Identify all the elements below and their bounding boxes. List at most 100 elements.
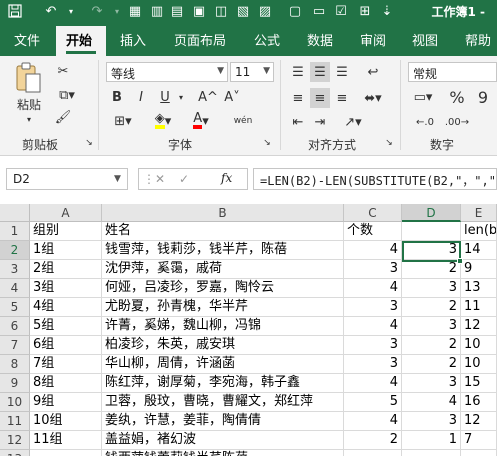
grid-icon[interactable]: ▥ (148, 3, 166, 19)
tab-view[interactable]: 视图 (412, 30, 438, 49)
tab-data[interactable]: 数据 (307, 30, 333, 49)
cell-c8[interactable]: 3 (344, 355, 402, 374)
layout-icon[interactable]: ◫ (212, 3, 230, 19)
cell-d8[interactable]: 2 (402, 355, 461, 374)
shrink-font-button[interactable]: A˅ (222, 88, 242, 106)
column-header-c[interactable]: C (344, 204, 402, 222)
copy-icon[interactable]: ⧉▾ (54, 86, 80, 104)
cell-a13[interactable] (30, 450, 102, 456)
cell-b2[interactable]: 钱雪萍，钱莉莎，钱半芹，陈蓓 (102, 241, 344, 260)
checkbox-icon[interactable]: ☑ (332, 3, 350, 19)
cell-b9[interactable]: 陈红萍，谢厚菊，李宛海，韩子鑫 (102, 374, 344, 393)
row-header-12[interactable]: 12 (0, 431, 30, 450)
column-header-e[interactable]: E (461, 204, 497, 222)
tab-insert[interactable]: 插入 (120, 30, 146, 49)
cell-d6[interactable]: 3 (402, 317, 461, 336)
fill-handle[interactable] (457, 258, 463, 264)
cell-b13[interactable]: 钱西萍钱蕾莉钱半芹陈蓓 (102, 450, 344, 456)
cell-d12[interactable]: 1 (402, 431, 461, 450)
page-icon[interactable]: ▭ (310, 3, 328, 19)
cell-c10[interactable]: 5 (344, 393, 402, 412)
cell-c2[interactable]: 4 (344, 241, 402, 260)
select-all-corner[interactable] (0, 204, 30, 222)
cell-e10[interactable]: 16 (461, 393, 497, 412)
cell-e12[interactable]: 7 (461, 431, 497, 450)
formula-input[interactable]: =LEN(B2)-LEN(SUBSTITUTE(B2,"，","")) (253, 168, 497, 190)
row-header-8[interactable]: 8 (0, 355, 30, 374)
image-icon[interactable]: ▨ (256, 3, 274, 19)
cell-b6[interactable]: 许菁，奚娣，魏山柳，冯锦 (102, 317, 344, 336)
undo-dropdown-icon[interactable]: ▾ (66, 3, 76, 19)
orientation-icon[interactable]: ↗▾ (340, 112, 366, 132)
bold-button[interactable]: B (108, 88, 126, 106)
tab-formulas[interactable]: 公式 (254, 30, 280, 49)
decrease-decimal-icon[interactable]: .00→ (444, 112, 470, 132)
align-top-icon[interactable]: ☰ (288, 62, 308, 82)
cell-d1[interactable] (402, 222, 461, 241)
font-name-select[interactable]: 等线 ▼ (106, 62, 228, 82)
cell-a11[interactable]: 10组 (30, 412, 102, 431)
form-icon[interactable]: ▤ (168, 3, 186, 19)
decrease-indent-icon[interactable]: ⇤ (288, 112, 308, 132)
row-header-10[interactable]: 10 (0, 393, 30, 412)
table-icon[interactable]: ▦ (126, 3, 144, 19)
tab-file[interactable]: 文件 (14, 30, 40, 49)
row-header-13[interactable]: 13 (0, 450, 30, 456)
cell-c5[interactable]: 3 (344, 298, 402, 317)
cell-b7[interactable]: 柏凌珍，朱英，戚安琪 (102, 336, 344, 355)
row-header-6[interactable]: 6 (0, 317, 30, 336)
paste-button-label[interactable]: 粘贴 (14, 96, 44, 112)
row-header-7[interactable]: 7 (0, 336, 30, 355)
cell-c12[interactable]: 2 (344, 431, 402, 450)
cell-b11[interactable]: 姜纨，许慧，姜菲，陶倩倩 (102, 412, 344, 431)
column-header-a[interactable]: A (30, 204, 102, 222)
row-header-2[interactable]: 2 (0, 241, 30, 260)
drag-handle-icon[interactable]: ⋮ (143, 172, 155, 186)
cell-e8[interactable]: 10 (461, 355, 497, 374)
cell-c7[interactable]: 3 (344, 336, 402, 355)
cell-a3[interactable]: 2组 (30, 260, 102, 279)
cell-c9[interactable]: 4 (344, 374, 402, 393)
tab-review[interactable]: 审阅 (360, 30, 386, 49)
redo-dropdown-icon[interactable]: ▾ (112, 3, 122, 19)
tab-help[interactable]: 帮助 (465, 30, 491, 49)
cell-e2[interactable]: 14 (461, 241, 497, 260)
grow-font-button[interactable]: A^ (198, 88, 218, 106)
cell-b5[interactable]: 尤盼夏，孙青槐，华半芹 (102, 298, 344, 317)
spreadsheet-grid[interactable]: A B C D E 1 组别 姓名 个数 len(b2 21组钱雪萍，钱莉莎，钱… (0, 204, 497, 456)
align-right-icon[interactable]: ≡ (332, 88, 352, 108)
cell-c6[interactable]: 4 (344, 317, 402, 336)
font-size-select[interactable]: 11 ▼ (230, 62, 274, 82)
merge-center-icon[interactable]: ⬌▾ (360, 88, 386, 108)
column-header-d[interactable]: D (402, 204, 461, 222)
accounting-format-icon[interactable]: ▭▾ (410, 86, 436, 108)
cell-d13[interactable] (402, 450, 461, 456)
enter-icon[interactable]: ✓ (179, 172, 189, 186)
underline-dropdown-icon[interactable]: ▾ (176, 88, 186, 106)
cell-e1[interactable]: len(b2 (461, 222, 497, 241)
cell-b4[interactable]: 何娅，吕凌珍，罗嘉，陶怜云 (102, 279, 344, 298)
wrap-text-icon[interactable]: ↩ (360, 62, 386, 82)
cell-e6[interactable]: 12 (461, 317, 497, 336)
cell-c1[interactable]: 个数 (344, 222, 402, 241)
cell-d4[interactable]: 3 (402, 279, 461, 298)
cell-b10[interactable]: 卫蓉，殷玟，曹晓，曹耀文，郑红萍 (102, 393, 344, 412)
calculator-icon[interactable]: ▣ (190, 3, 208, 19)
alignment-launcher-icon[interactable]: ↘ (384, 136, 394, 150)
cell-d9[interactable]: 3 (402, 374, 461, 393)
cell-c13[interactable] (344, 450, 402, 456)
align-center-icon[interactable]: ≡ (310, 88, 330, 108)
cell-e11[interactable]: 12 (461, 412, 497, 431)
font-launcher-icon[interactable]: ↘ (262, 136, 272, 150)
cell-e9[interactable]: 15 (461, 374, 497, 393)
cell-c4[interactable]: 4 (344, 279, 402, 298)
row-header-1[interactable]: 1 (0, 222, 30, 241)
insert-function-button[interactable]: fx (221, 171, 232, 185)
redo-icon[interactable]: ↷ (86, 3, 108, 19)
align-bottom-icon[interactable]: ☰ (332, 62, 352, 82)
cell-a9[interactable]: 8组 (30, 374, 102, 393)
row-header-11[interactable]: 11 (0, 412, 30, 431)
clipboard-launcher-icon[interactable]: ↘ (84, 136, 94, 150)
cell-e7[interactable]: 10 (461, 336, 497, 355)
cell-a6[interactable]: 5组 (30, 317, 102, 336)
